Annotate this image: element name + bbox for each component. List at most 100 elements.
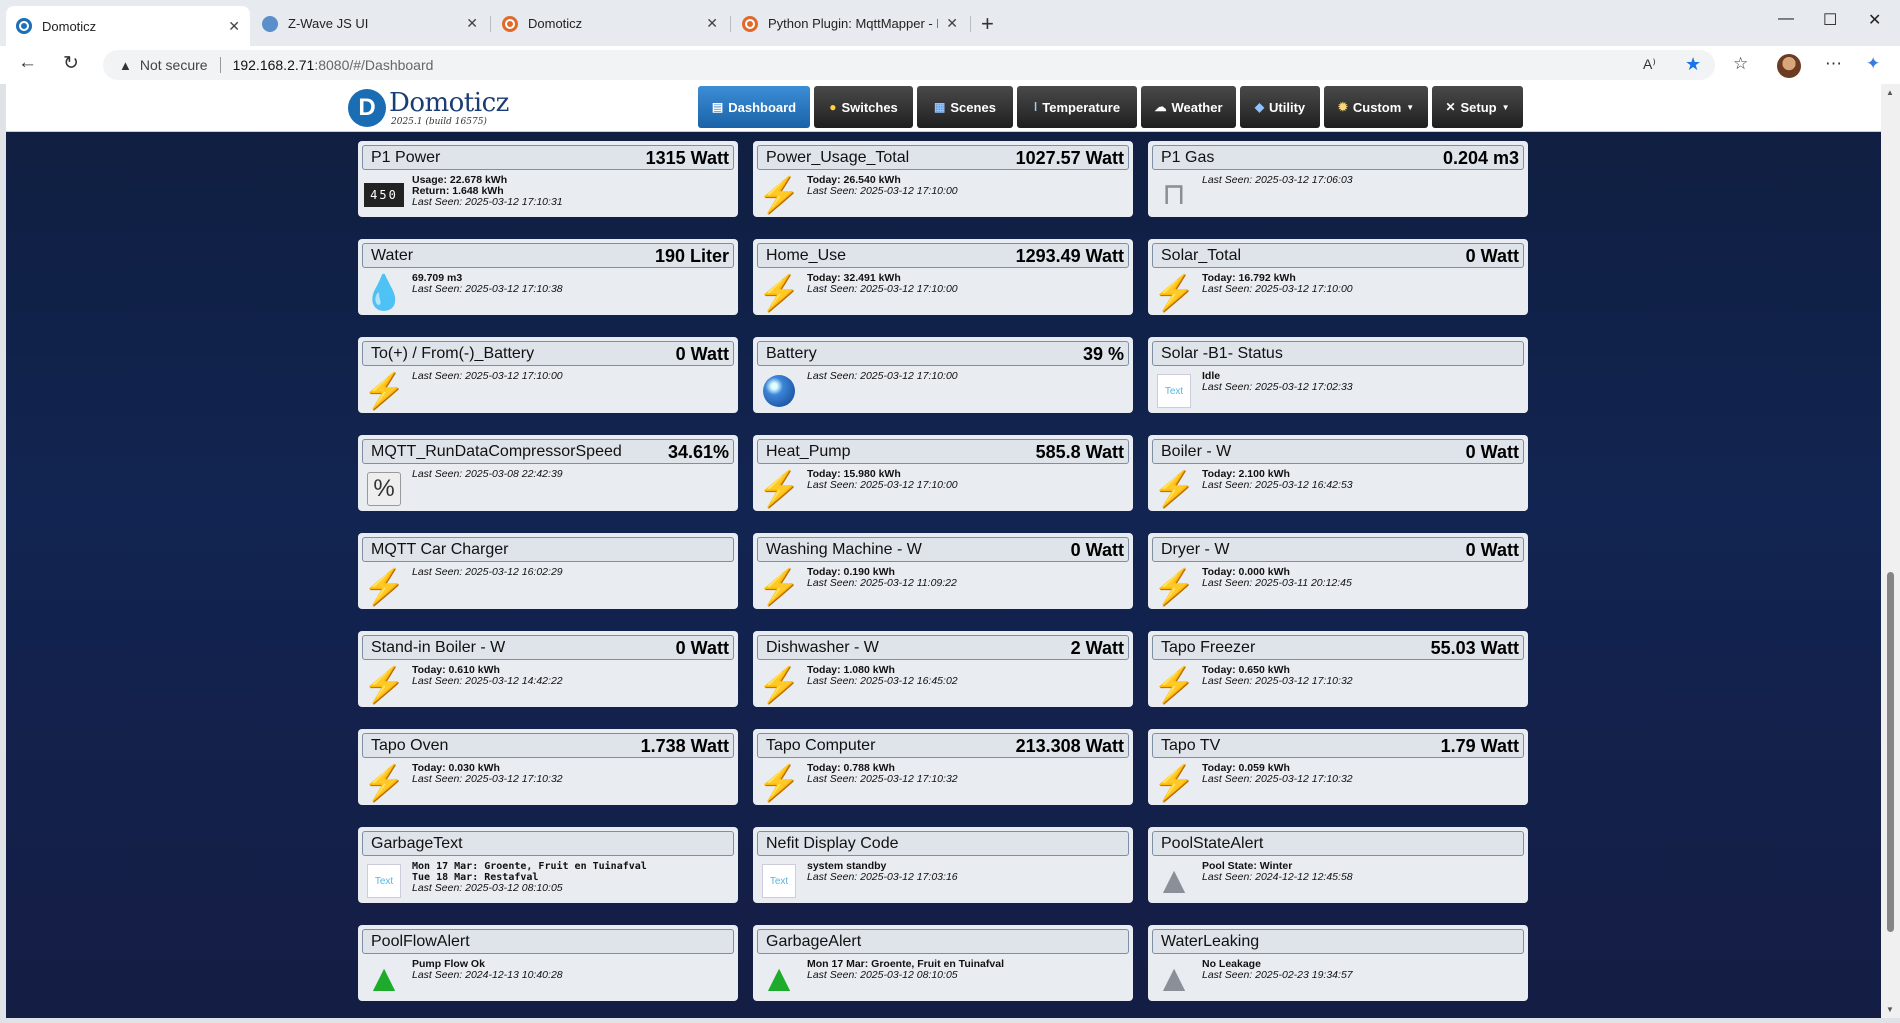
device-header[interactable]: GarbageText [362,831,734,856]
device-tile[interactable]: Stand-in Boiler - W 0 Watt ⚡ Today: 0.610 k… [358,631,738,707]
device-tile[interactable]: Tapo TV 1.79 Watt ⚡ Today: 0.059 kWh Last Se… [1148,729,1528,805]
device-icon-wrap[interactable]: Text [759,862,799,900]
browser-tab-domoticz-active[interactable]: Domoticz ✕ [6,6,250,46]
tab-weather[interactable]: ☁ Weather [1141,86,1236,128]
page-scrollbar[interactable]: ▲ ▼ [1881,84,1900,1018]
new-tab-icon[interactable]: + [981,11,994,37]
device-tile[interactable]: GarbageAlert ▲ Mon 17 Mar: Groente, Fruit … [753,925,1133,1001]
browser-tab-zwave[interactable]: Z-Wave JS UI ✕ [252,7,488,40]
device-tile[interactable]: Power_Usage_Total 1027.57 Watt ⚡ Today: 26.… [753,141,1133,217]
device-header[interactable]: WaterLeaking [1152,929,1524,954]
tab-scenes[interactable]: ▦ Scenes [917,86,1013,128]
device-tile[interactable]: Boiler - W 0 Watt ⚡ Today: 2.100 kWh Last Se… [1148,435,1528,511]
browser-tab-domoticz[interactable]: Domoticz ✕ [492,7,728,40]
maximize-icon[interactable]: ☐ [1823,10,1837,30]
back-icon[interactable]: ← [18,52,37,74]
device-icon-wrap[interactable] [759,372,799,410]
scroll-up-icon[interactable]: ▲ [1886,88,1894,97]
device-tile[interactable]: Solar_Total 0 Watt ⚡ Today: 16.792 kWh Last … [1148,239,1528,315]
device-icon-wrap[interactable]: ⚡ [363,372,405,410]
not-secure-label[interactable]: Not secure [140,57,208,73]
device-header[interactable]: Dishwasher - W 2 Watt [757,635,1129,660]
device-header[interactable]: GarbageAlert [757,929,1129,954]
device-header[interactable]: P1 Power 1315 Watt [362,145,734,170]
device-tile[interactable]: Dryer - W 0 Watt ⚡ Today: 0.000 kWh Last See… [1148,533,1528,609]
close-icon[interactable]: ✕ [466,15,478,32]
device-header[interactable]: Boiler - W 0 Watt [1152,439,1524,464]
device-tile[interactable]: Solar -B1- Status Text Idle Last Seen: 2025… [1148,337,1528,413]
more-options-icon[interactable]: ⋯ [1825,54,1842,74]
device-icon-wrap[interactable]: ⚡ [1153,764,1195,802]
device-header[interactable]: Water 190 Liter [362,243,734,268]
device-header[interactable]: P1 Gas 0.204 m3 [1152,145,1524,170]
favorite-star-icon[interactable]: ★ [1685,54,1701,75]
device-icon-wrap[interactable]: ⊓ [1154,176,1194,214]
device-icon-wrap[interactable]: ⚡ [1153,568,1195,606]
device-header[interactable]: Tapo Computer 213.308 Watt [757,733,1129,758]
device-tile[interactable]: MQTT_RunDataCompressorSpeed 34.61%% Last S… [358,435,738,511]
device-header[interactable]: Tapo TV 1.79 Watt [1152,733,1524,758]
device-header[interactable]: Stand-in Boiler - W 0 Watt [362,635,734,660]
device-icon-wrap[interactable]: 450 [364,176,404,214]
device-icon-wrap[interactable]: ⚡ [758,568,800,606]
device-icon-wrap[interactable]: ▲ [1154,960,1194,998]
device-tile[interactable]: Home_Use 1293.49 Watt ⚡ Today: 32.491 kWh La… [753,239,1133,315]
device-header[interactable]: Tapo Freezer 55.03 Watt [1152,635,1524,660]
device-tile[interactable]: P1 Gas 0.204 m3 ⊓ Last Seen: 2025-03-12 17:… [1148,141,1528,217]
device-tile[interactable]: To(+) / From(-)_Battery 0 Watt ⚡ Last Seen:… [358,337,738,413]
tab-custom[interactable]: ✹ Custom ▼ [1324,86,1428,128]
device-tile[interactable]: Water 190 Liter 💧 69.709 m3 Last Seen: 2025-… [358,239,738,315]
close-icon[interactable]: ✕ [228,18,240,35]
device-icon-wrap[interactable]: ⚡ [758,764,800,802]
device-header[interactable]: MQTT_RunDataCompressorSpeed 34.61% [362,439,734,464]
device-icon-wrap[interactable]: ⚡ [758,666,800,704]
device-icon-wrap[interactable]: ▲ [759,960,799,998]
device-header[interactable]: To(+) / From(-)_Battery 0 Watt [362,341,734,366]
minimize-icon[interactable]: — [1778,10,1794,28]
device-icon-wrap[interactable]: ⚡ [758,274,800,312]
reload-icon[interactable]: ↻ [63,52,79,75]
device-icon-wrap[interactable]: ▲ [364,960,404,998]
device-tile[interactable]: Dishwasher - W 2 Watt ⚡ Today: 1.080 kWh Las… [753,631,1133,707]
device-icon-wrap[interactable]: ⚡ [1153,470,1195,508]
window-close-icon[interactable]: ✕ [1868,10,1881,30]
device-header[interactable]: Solar_Total 0 Watt [1152,243,1524,268]
tab-switches[interactable]: ● Switches [814,86,913,128]
scrollbar-thumb[interactable] [1887,572,1894,932]
device-header[interactable]: Power_Usage_Total 1027.57 Watt [757,145,1129,170]
device-icon-wrap[interactable]: % [364,470,404,508]
device-tile[interactable]: GarbageText Text Mon 17 Mar: Groente, Frui… [358,827,738,903]
device-tile[interactable]: Nefit Display Code Text system standby Last… [753,827,1133,903]
browser-tab-mqttmapper[interactable]: Python Plugin: MqttMapper - Pag ✕ [732,7,968,40]
favorites-icon[interactable]: ☆ [1733,54,1748,74]
device-icon-wrap[interactable]: 💧 [363,274,405,312]
close-icon[interactable]: ✕ [706,15,718,32]
device-header[interactable]: Tapo Oven 1.738 Watt [362,733,734,758]
device-header[interactable]: Heat_Pump 585.8 Watt [757,439,1129,464]
device-icon-wrap[interactable]: ⚡ [758,470,800,508]
device-icon-wrap[interactable]: ⚡ [363,568,405,606]
device-header[interactable]: PoolFlowAlert [362,929,734,954]
device-header[interactable]: Nefit Display Code [757,831,1129,856]
device-icon-wrap[interactable]: ⚡ [1153,274,1195,312]
device-icon-wrap[interactable]: Text [364,862,404,900]
device-tile[interactable]: Tapo Computer 213.308 Watt ⚡ Today: 0.788 k… [753,729,1133,805]
device-header[interactable]: Washing Machine - W 0 Watt [757,537,1129,562]
device-tile[interactable]: Heat_Pump 585.8 Watt ⚡ Today: 15.980 kWh Las… [753,435,1133,511]
device-tile[interactable]: Battery 39 % Last Seen: 2025-03-12 17:10:0… [753,337,1133,413]
read-aloud-icon[interactable]: A⁾ [1643,56,1656,73]
device-header[interactable]: Battery 39 % [757,341,1129,366]
device-icon-wrap[interactable]: ⚡ [758,176,800,214]
device-tile[interactable]: WaterLeaking ▲ No Leakage Last Seen: 2025-0… [1148,925,1528,1001]
device-header[interactable]: Home_Use 1293.49 Watt [757,243,1129,268]
device-tile[interactable]: PoolStateAlert ▲ Pool State: Winter Last Se… [1148,827,1528,903]
device-icon-wrap[interactable]: ⚡ [1153,666,1195,704]
device-header[interactable]: Solar -B1- Status [1152,341,1524,366]
device-icon-wrap[interactable]: Text [1154,372,1194,410]
domoticz-logo[interactable]: D Domoticz 2025.1 (build 16575) [348,89,509,127]
device-icon-wrap[interactable]: ⚡ [363,764,405,802]
scroll-down-icon[interactable]: ▼ [1886,1005,1894,1014]
device-icon-wrap[interactable]: ⚡ [363,666,405,704]
device-header[interactable]: MQTT Car Charger [362,537,734,562]
tab-temperature[interactable]: ǀ Temperature [1017,86,1137,128]
